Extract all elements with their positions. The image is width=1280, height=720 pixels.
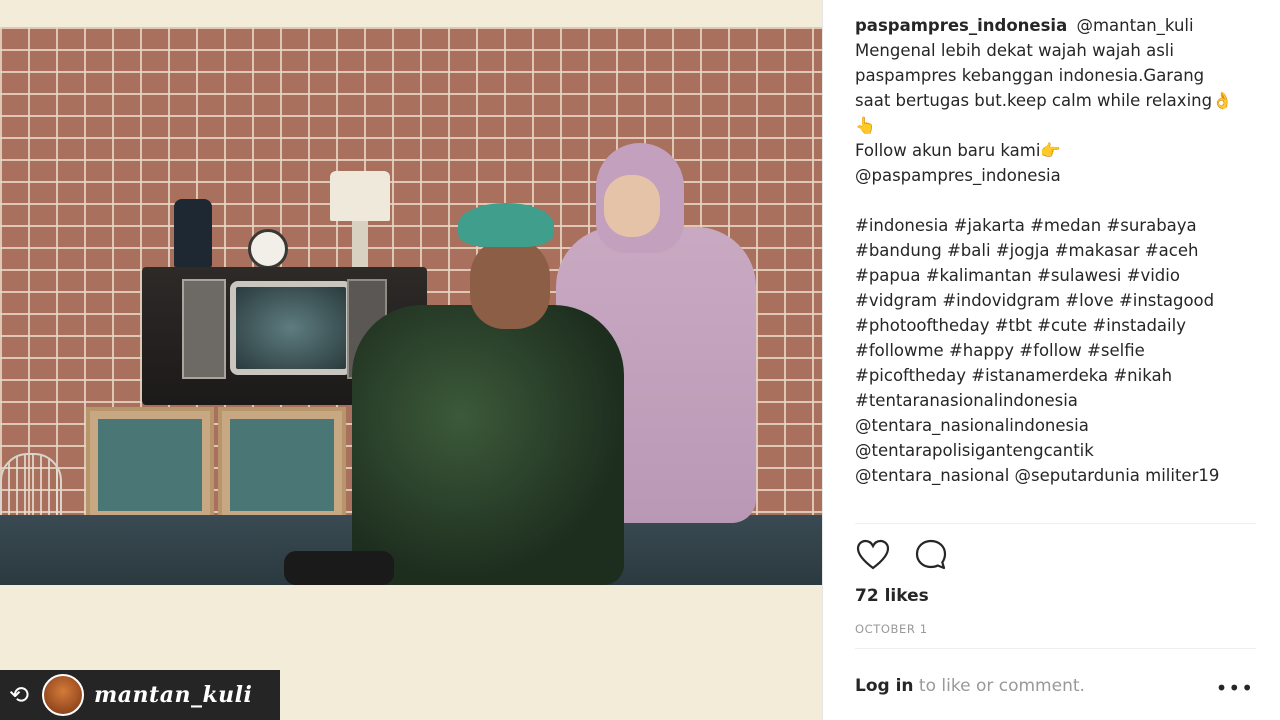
hashtag-line[interactable]: #papua #kalimantan #sulawesi #vidio	[855, 263, 1255, 288]
caption-line: paspampres kebanggan indonesia.Garang	[855, 66, 1205, 85]
caption-mention[interactable]: @mantan_kuli	[1076, 16, 1193, 35]
caption-line: saat bertugas but.keep calm while relaxi…	[855, 91, 1233, 110]
hashtag-line[interactable]: #indonesia #jakarta #medan #surabaya	[855, 213, 1255, 238]
divider	[855, 648, 1256, 649]
avatar	[42, 674, 84, 716]
soldier-figure	[352, 305, 624, 585]
green-beret	[458, 203, 554, 247]
hashtag-line[interactable]: #vidgram #indovidgram #love #instagood	[855, 288, 1255, 313]
boots	[284, 551, 394, 585]
mention-line[interactable]: @tentara_nasional @seputardunia militer1…	[855, 463, 1255, 488]
alarm-clock	[248, 229, 288, 269]
caption-line: Follow akun baru kami👉	[855, 141, 1061, 160]
tv-screen	[230, 281, 352, 375]
caption-mention-line[interactable]: @paspampres_indonesia	[855, 163, 1255, 188]
post-sidebar: paspampres_indonesia @mantan_kuli Mengen…	[822, 0, 1280, 720]
more-options-icon[interactable]: •••	[1216, 676, 1254, 700]
login-link[interactable]: Log in	[855, 676, 914, 696]
tv-speaker-left	[182, 279, 226, 379]
lamp-stand	[352, 221, 368, 267]
author-username[interactable]: paspampres_indonesia	[855, 16, 1067, 35]
hashtag-line[interactable]: #picoftheday #istanamerdeka #nikah	[855, 363, 1255, 388]
post-date: OCTOBER 1	[855, 622, 928, 636]
chalkboard	[230, 419, 334, 511]
hashtag-line[interactable]: #tentaranasionalindonesia	[855, 388, 1255, 413]
crate-chalkboard-2	[218, 407, 346, 523]
repost-icon: ⟲	[8, 681, 30, 709]
hashtag-line[interactable]: #photooftheday #tbt #cute #instadaily	[855, 313, 1255, 338]
login-prompt-text: to like or comment.	[913, 676, 1085, 696]
caption-line: 👆	[855, 116, 876, 135]
chalkboard	[98, 419, 202, 511]
comment-icon[interactable]	[913, 537, 949, 573]
mention-line[interactable]: @tentara_nasionalindonesia	[855, 413, 1255, 438]
caption-line: Mengenal lebih dekat wajah wajah asli	[855, 41, 1174, 60]
post-media: ⟲ mantan_kuli	[0, 0, 822, 720]
action-bar	[855, 537, 949, 573]
lamp	[330, 171, 390, 221]
post-photo[interactable]	[0, 27, 822, 585]
like-count[interactable]: 72 likes	[855, 586, 929, 606]
hashtag-line[interactable]: #bandung #bali #jogja #makasar #aceh	[855, 238, 1255, 263]
soldier-head	[470, 237, 550, 329]
lantern	[174, 199, 212, 267]
post-caption: paspampres_indonesia @mantan_kuli Mengen…	[855, 13, 1255, 488]
hashtag-line[interactable]: #followme #happy #follow #selfie	[855, 338, 1255, 363]
login-prompt: Log in to like or comment.	[855, 676, 1085, 696]
woman-face	[604, 175, 660, 237]
heart-icon[interactable]	[855, 537, 891, 573]
divider	[855, 523, 1256, 524]
caption-header: paspampres_indonesia @mantan_kuli	[855, 13, 1255, 38]
mention-line[interactable]: @tentarapolisigantengcantik	[855, 438, 1255, 463]
crate-save-the-date	[86, 407, 214, 523]
repost-watermark: ⟲ mantan_kuli	[0, 670, 280, 720]
repost-username: mantan_kuli	[94, 682, 253, 708]
